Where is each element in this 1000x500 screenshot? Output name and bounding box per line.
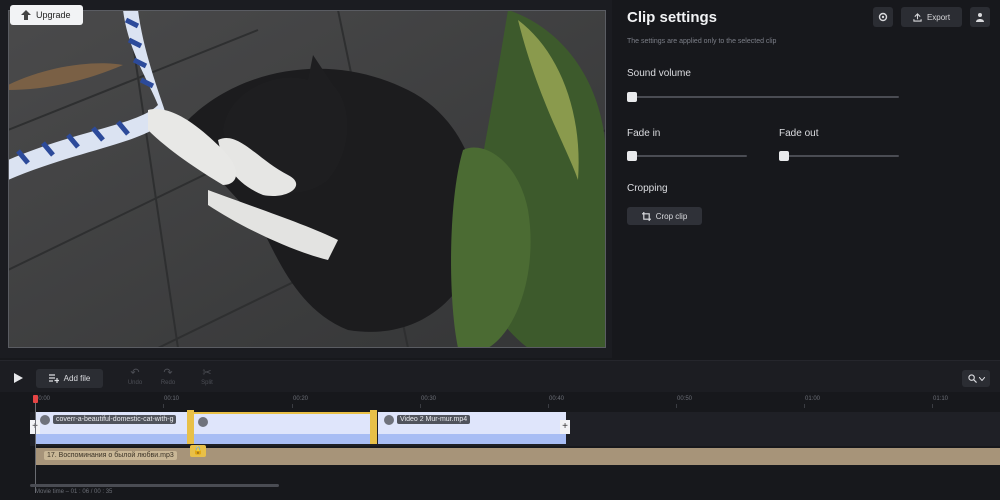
play-icon[interactable] — [12, 372, 24, 384]
slider-thumb[interactable] — [779, 151, 789, 161]
undo-label: Undo — [127, 380, 143, 386]
tick-label: 00:50 — [677, 396, 693, 402]
preview-area: Upgrade — [0, 0, 612, 358]
gear-icon — [878, 12, 888, 22]
playhead[interactable] — [33, 395, 38, 403]
tick-mark — [163, 404, 164, 408]
clip-settings-icon — [198, 417, 208, 427]
movie-time: Movie time – 01 : 06 / 00 : 35 — [35, 489, 113, 495]
tick-mark — [420, 404, 421, 408]
chevron-down-icon — [978, 376, 985, 381]
zoom-button[interactable] — [962, 370, 990, 387]
fade-in-label: Fade in — [627, 128, 661, 139]
add-clip-after-button[interactable]: + — [560, 420, 570, 434]
upgrade-button[interactable]: Upgrade — [10, 5, 83, 25]
upgrade-label: Upgrade — [36, 10, 71, 20]
redo-button[interactable]: ↷ Redo — [156, 366, 180, 386]
video-editor-app: Upgrade Clip settings Export The setting… — [0, 0, 1000, 500]
tick-label: 00:10 — [164, 396, 180, 402]
slider-thumb[interactable] — [627, 92, 637, 102]
add-file-button[interactable]: Add file — [36, 369, 103, 388]
tick-label: 01:10 — [933, 396, 949, 402]
crop-icon — [641, 211, 651, 221]
audio-name: 17. Воспоминания о былой любви.mp3 — [44, 451, 177, 460]
slider-track — [779, 155, 899, 157]
clip-settings-panel: Clip settings Export The settings are ap… — [612, 0, 1000, 358]
video-clip[interactable]: coverr-a-beautiful-domestic-cat-with-g — [36, 412, 188, 444]
timeline-scrollbar[interactable] — [30, 484, 279, 487]
split-button[interactable]: ✂ Split — [195, 366, 219, 386]
clip-settings-icon — [384, 415, 394, 425]
sound-volume-slider[interactable] — [627, 92, 899, 102]
panel-title: Clip settings — [627, 9, 718, 26]
slider-track — [627, 96, 899, 98]
settings-button[interactable] — [873, 7, 893, 27]
tick-label: 01:00 — [805, 396, 821, 402]
upload-icon — [913, 12, 922, 22]
tick-mark — [548, 404, 549, 408]
undo-button[interactable]: ↶ Undo — [123, 366, 147, 386]
clip-settings-icon — [40, 415, 50, 425]
tick-label: 00:40 — [549, 396, 565, 402]
undo-icon: ↶ — [130, 367, 140, 379]
fade-out-label: Fade out — [779, 128, 819, 139]
lock-icon[interactable]: 🔒 — [190, 445, 206, 457]
slider-thumb[interactable] — [627, 151, 637, 161]
time-ruler[interactable]: 00:00 00:10 00:20 00:30 00:40 00:50 01:0… — [0, 392, 1000, 408]
add-file-icon — [48, 374, 59, 383]
export-label: Export — [926, 12, 951, 22]
tick-label: 00:30 — [421, 396, 437, 402]
sound-volume-label: Sound volume — [627, 68, 691, 79]
clip-name: coverr-a-beautiful-domestic-cat-with-g — [53, 415, 177, 424]
timeline: 00:00 00:10 00:20 00:30 00:40 00:50 01:0… — [0, 392, 1000, 500]
tick-mark — [932, 404, 933, 408]
export-button[interactable]: Export — [901, 7, 962, 27]
clip-trim-handle-left[interactable] — [187, 410, 194, 444]
fade-in-slider[interactable] — [627, 151, 747, 161]
zoom-icon — [967, 374, 977, 383]
video-clip-selected[interactable] — [188, 412, 376, 444]
redo-icon: ↷ — [163, 367, 173, 379]
crop-clip-button[interactable]: Crop clip — [627, 207, 702, 225]
tick-label: 00:20 — [293, 396, 309, 402]
user-icon — [976, 13, 984, 22]
slider-track — [627, 155, 747, 157]
video-preview — [8, 10, 606, 348]
timeline-toolbar: Add file ↶ Undo ↷ Redo ✂ Split — [0, 360, 1000, 392]
add-file-label: Add file — [63, 374, 91, 383]
tick-mark — [292, 404, 293, 408]
scissors-icon: ✂ — [202, 367, 212, 379]
account-button[interactable] — [970, 7, 990, 27]
panel-subtitle: The settings are applied only to the sel… — [627, 38, 777, 45]
clip-name: Video 2 Mur-mur.mp4 — [397, 415, 471, 424]
redo-label: Redo — [160, 380, 176, 386]
tick-mark — [804, 404, 805, 408]
playhead-line — [35, 403, 36, 493]
video-clip[interactable]: Video 2 Mur-mur.mp4 — [378, 412, 566, 444]
crop-clip-label: Crop clip — [655, 211, 688, 221]
upgrade-icon — [21, 10, 31, 20]
split-label: Split — [201, 380, 213, 386]
fade-out-slider[interactable] — [779, 151, 899, 161]
cropping-label: Cropping — [627, 183, 668, 194]
clip-trim-handle-right[interactable] — [370, 410, 377, 444]
tick-mark — [676, 404, 677, 408]
audio-track[interactable]: 17. Воспоминания о былой любви.mp3 — [36, 448, 1000, 465]
video-track: coverr-a-beautiful-domestic-cat-with-g V… — [30, 410, 1000, 446]
